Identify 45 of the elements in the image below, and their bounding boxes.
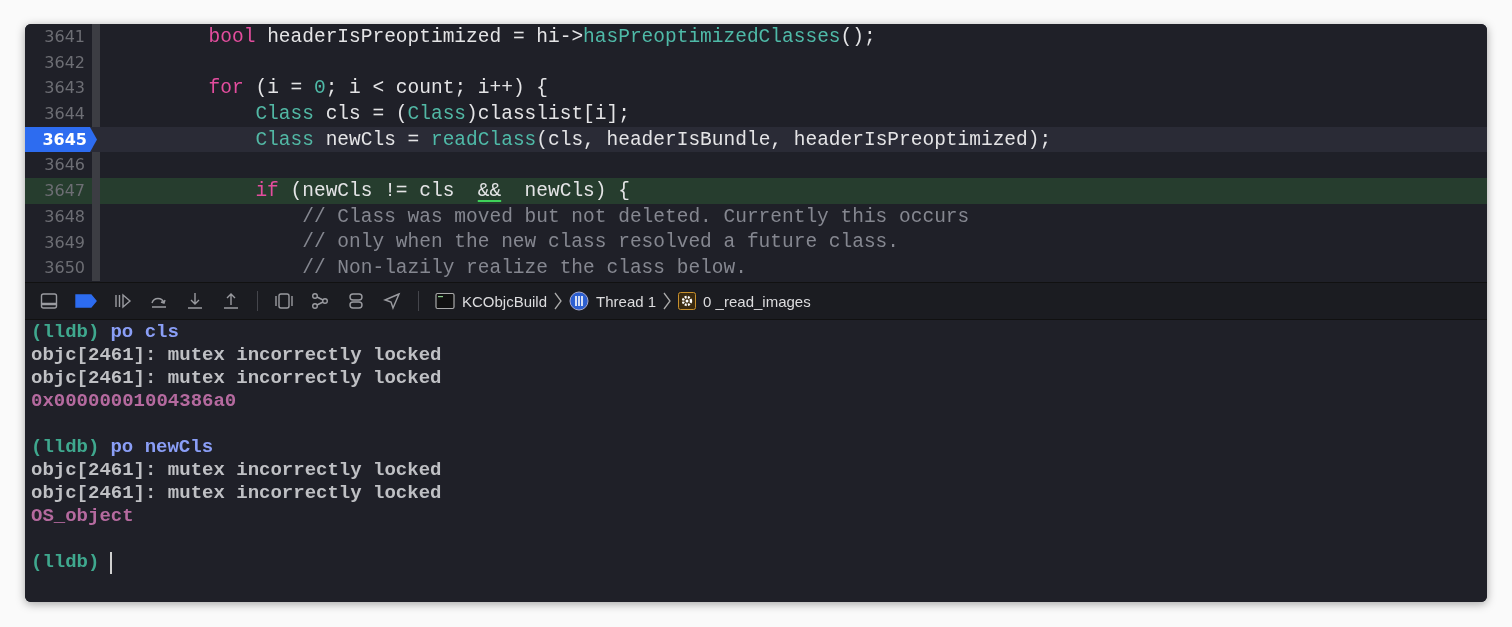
- text-cursor: [110, 551, 113, 574]
- step-into-icon[interactable]: [185, 291, 205, 311]
- code-text: // Class was moved but not deleted. Currently this occurs: [301, 205, 970, 228]
- line-number: 3642: [43, 51, 86, 74]
- code-text: bool headerIsPreoptimized = hi->hasPreoptimizedClasses();: [207, 25, 876, 48]
- code-text: for (i = 0; i < count; i++) {: [207, 77, 548, 100]
- console-command: po cls: [110, 321, 179, 344]
- console-value: 0x00000001004386a0: [31, 390, 237, 413]
- continue-icon[interactable]: [113, 291, 133, 311]
- lldb-prompt: (lldb): [31, 436, 100, 459]
- breadcrumb-item[interactable]: KCObjcBuild: [462, 292, 548, 310]
- code-text: if (newCls != cls && newCls) {: [254, 179, 630, 202]
- gear-icon: [678, 292, 697, 310]
- chevron-icon: [554, 291, 563, 311]
- line-number: 3643: [43, 77, 86, 100]
- console-output: objc[2461]: mutex incorrectly locked: [31, 482, 442, 505]
- code-text: Class newCls = readClass(cls, headerIsBundle, headerIsPreoptimized);: [254, 128, 1052, 151]
- console-output: objc[2461]: mutex incorrectly locked: [31, 344, 442, 367]
- terminal-icon: [435, 292, 455, 310]
- line-number: 3644: [43, 103, 86, 126]
- console-command: po newCls: [110, 436, 214, 459]
- breadcrumb-item[interactable]: 0 _read_images: [703, 292, 811, 310]
- thread-icon: [569, 291, 590, 311]
- breadcrumb-item[interactable]: Thread 1: [596, 292, 657, 310]
- line-number: 3641: [43, 26, 86, 48]
- console-output: objc[2461]: mutex incorrectly locked: [31, 367, 442, 390]
- step-out-icon[interactable]: [221, 291, 241, 311]
- line-number: 3650: [43, 257, 86, 280]
- console-output: objc[2461]: mutex incorrectly locked: [31, 459, 442, 482]
- line-number: 3649: [43, 231, 86, 254]
- breakpoint-toggle-icon[interactable]: [75, 294, 97, 308]
- line-number: 3648: [43, 205, 86, 228]
- panel-toggle-icon[interactable]: [39, 291, 59, 311]
- line-number: 3646: [43, 154, 86, 177]
- view-hierarchy-icon[interactable]: [274, 291, 294, 311]
- lldb-prompt: (lldb): [31, 551, 100, 574]
- chevron-icon: [663, 291, 672, 311]
- lldb-prompt: (lldb): [31, 321, 100, 344]
- console-value: OS_object: [31, 505, 134, 528]
- code-text: // Non-lazily realize the class below.: [301, 257, 747, 280]
- line-number: 3647: [43, 180, 86, 203]
- breakpoint-marker[interactable]: 3645: [25, 126, 97, 153]
- code-text: // only when the new class resolved a future class.: [301, 231, 900, 254]
- location-icon[interactable]: [382, 291, 402, 311]
- code-text: Class cls = (Class)classlist[i];: [254, 102, 630, 125]
